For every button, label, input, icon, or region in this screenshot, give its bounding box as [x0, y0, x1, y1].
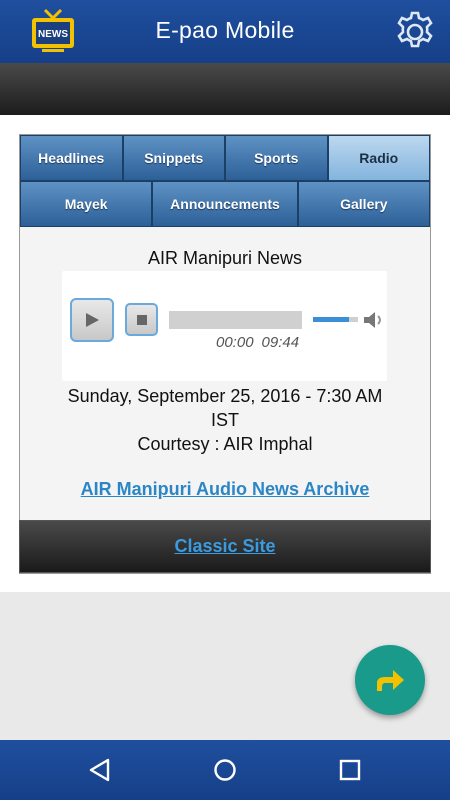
stop-icon [136, 314, 147, 325]
tab-row-2: Mayek Announcements Gallery [20, 181, 431, 227]
app-bar: NEWS E-pao Mobile [0, 0, 450, 63]
tab-headlines[interactable]: Headlines [20, 135, 123, 181]
time-display: 00:00 09:44 [216, 334, 299, 351]
seek-bar[interactable] [169, 311, 302, 329]
tab-gallery[interactable]: Gallery [297, 181, 431, 227]
back-icon[interactable] [86, 756, 114, 784]
classic-site-link[interactable]: Classic Site [174, 536, 275, 557]
share-button[interactable] [355, 645, 425, 715]
duration: 09:44 [261, 334, 300, 351]
radio-title: AIR Manipuri News [147, 248, 303, 268]
tab-announcements[interactable]: Announcements [152, 181, 298, 227]
date-line-1: Sunday, September 25, 2016 - 7:30 AM [67, 386, 383, 406]
current-time: 00:00 [216, 334, 254, 351]
tab-snippets[interactable]: Snippets [122, 135, 225, 181]
tab-mayek[interactable]: Mayek [20, 181, 153, 227]
audio-player: 00:00 09:44 [62, 271, 387, 381]
share-arrow-icon [377, 670, 404, 691]
home-icon[interactable] [211, 756, 239, 784]
tab-radio[interactable]: Radio [327, 135, 430, 181]
play-icon [86, 313, 99, 327]
date-line-2: IST [210, 410, 239, 430]
archive-link[interactable]: AIR Manipuri Audio News Archive [0, 479, 450, 500]
speaker-icon[interactable] [362, 309, 386, 331]
system-nav-bar [0, 740, 450, 800]
classic-site-bar: Classic Site [19, 520, 431, 573]
volume-fill [313, 317, 349, 322]
toolbar-strip [0, 63, 450, 115]
volume-slider[interactable] [313, 317, 358, 322]
app-title: E-pao Mobile [155, 17, 295, 43]
play-button[interactable] [70, 298, 114, 342]
courtesy-line: Courtesy : AIR Imphal [137, 434, 313, 454]
recents-icon[interactable] [336, 756, 364, 784]
tab-row-1: Headlines Snippets Sports Radio [20, 135, 430, 181]
tab-sports[interactable]: Sports [225, 135, 328, 181]
gear-icon[interactable] [392, 9, 438, 55]
stop-button[interactable] [125, 303, 158, 336]
broadcast-date: Sunday, September 25, 2016 - 7:30 AM IST… [0, 384, 450, 456]
